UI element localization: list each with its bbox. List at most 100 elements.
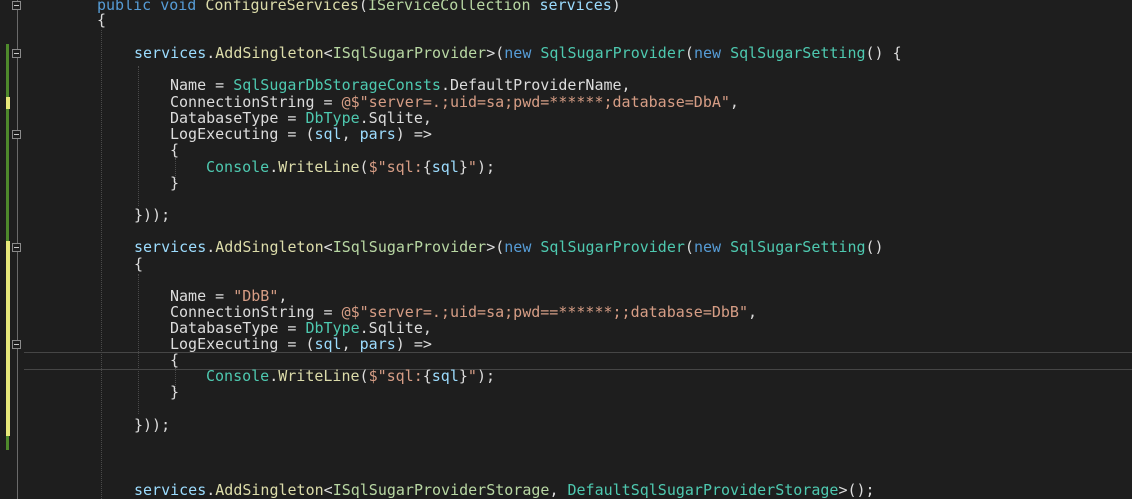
code-line[interactable]: {	[134, 256, 143, 272]
code-line[interactable]: public void ConfigureServices(IServiceCo…	[97, 0, 621, 13]
code-token: ConfigureServices	[205, 0, 359, 14]
code-token: sql	[431, 158, 459, 176]
code-token: pars	[359, 125, 396, 143]
code-token: pars	[359, 335, 396, 353]
code-token: {	[422, 367, 432, 385]
code-line[interactable]: }));	[134, 417, 170, 433]
editor-margin	[0, 0, 28, 499]
code-token: .	[206, 44, 216, 62]
code-token: .	[269, 367, 279, 385]
code-token: ISqlSugarProviderStorage	[332, 481, 550, 499]
code-token: }	[458, 158, 468, 176]
code-token: >(	[486, 238, 505, 256]
code-token: SqlSugarProvider	[540, 44, 685, 62]
code-token: sql	[431, 367, 459, 385]
code-token: }));	[134, 416, 171, 434]
code-token: services	[539, 0, 612, 14]
code-token: .	[269, 158, 279, 176]
code-line[interactable]: {	[97, 12, 106, 28]
code-token: AddSingleton	[215, 44, 324, 62]
collapse-icon[interactable]	[12, 49, 21, 58]
code-line[interactable]: {	[170, 142, 179, 158]
code-token: }));	[134, 206, 171, 224]
code-token: AddSingleton	[215, 481, 324, 499]
code-line[interactable]: }	[170, 384, 179, 400]
code-line[interactable]: }	[170, 175, 179, 191]
current-line-highlight	[24, 352, 1132, 370]
code-token: "	[467, 367, 477, 385]
collapse-icon[interactable]	[12, 340, 21, 349]
code-token: >();	[838, 481, 875, 499]
collapse-icon[interactable]	[12, 243, 21, 252]
code-token: services	[134, 481, 207, 499]
code-token: ,	[341, 125, 360, 143]
code-token: SqlSugarSetting	[730, 44, 866, 62]
code-token: WriteLine	[278, 367, 360, 385]
code-token: >(	[486, 44, 505, 62]
code-token: (	[358, 0, 368, 14]
code-token: <	[323, 481, 333, 499]
indent-guide	[101, 30, 102, 499]
code-token: );	[476, 367, 495, 385]
code-token: new	[693, 44, 722, 62]
code-token: () {	[865, 44, 902, 62]
code-line[interactable]: DatabaseType = DbType.Sqlite,	[170, 110, 432, 126]
code-token: services	[134, 44, 207, 62]
code-token: LogExecuting = (	[170, 335, 315, 353]
code-line[interactable]: LogExecuting = (sql, pars) =>	[170, 336, 432, 352]
code-line[interactable]: ConnectionString = @$"server=.;uid=sa;pw…	[170, 304, 757, 320]
code-line[interactable]: services.AddSingleton<ISqlSugarProvider>…	[134, 239, 884, 255]
code-token: SqlSugarSetting	[730, 238, 866, 256]
code-token: new	[693, 238, 722, 256]
code-token: {	[170, 141, 180, 159]
code-token: <	[323, 44, 333, 62]
collapse-icon[interactable]	[12, 130, 21, 139]
change-marker-unsaved	[6, 97, 10, 109]
code-token: {	[170, 351, 180, 369]
code-token: WriteLine	[278, 158, 360, 176]
code-token: void	[160, 0, 197, 14]
code-line[interactable]: Name = "DbB",	[170, 288, 287, 304]
code-token: }	[458, 367, 468, 385]
indent-guide	[138, 274, 139, 414]
code-line[interactable]: services.AddSingleton<ISqlSugarProviderS…	[134, 482, 875, 498]
code-token: new	[504, 44, 532, 62]
collapse-icon[interactable]	[12, 1, 21, 10]
code-token: }	[170, 174, 180, 192]
code-line[interactable]: {	[170, 352, 179, 368]
code-token: "	[467, 158, 477, 176]
code-line[interactable]: }));	[134, 207, 170, 223]
code-token: IServiceCollection	[367, 0, 531, 14]
code-token: DefaultSqlSugarProviderStorage	[567, 481, 839, 499]
code-line[interactable]: Name = SqlSugarDbStorageConsts.DefaultPr…	[170, 77, 631, 93]
code-line[interactable]: LogExecuting = (sql, pars) =>	[170, 126, 432, 142]
code-token: {	[422, 158, 432, 176]
code-token: .	[206, 481, 216, 499]
code-token: (	[684, 44, 694, 62]
code-token: LogExecuting = (	[170, 125, 315, 143]
code-line[interactable]: ConnectionString = @$"server=.;uid=sa;pw…	[170, 94, 739, 110]
code-token: new	[504, 238, 532, 256]
code-token: SqlSugarDbStorageConsts	[233, 76, 441, 94]
code-line[interactable]: Console.WriteLine($"sql:{sql}");	[206, 159, 495, 175]
code-token: ) =>	[395, 125, 432, 143]
code-token: Name =	[170, 76, 234, 94]
code-token: (	[359, 158, 369, 176]
code-line[interactable]: services.AddSingleton<ISqlSugarProvider>…	[134, 45, 902, 61]
code-editor[interactable]: public void ConfigureServices(IServiceCo…	[0, 0, 1132, 499]
code-line[interactable]: DatabaseType = DbType.Sqlite,	[170, 320, 432, 336]
code-token: ()	[865, 238, 884, 256]
code-token: ,	[549, 481, 568, 499]
code-token: (	[684, 238, 694, 256]
code-line[interactable]: Console.WriteLine($"sql:{sql}");	[206, 368, 495, 384]
indent-guide	[138, 66, 139, 206]
code-token: .	[206, 238, 216, 256]
code-token: ISqlSugarProvider	[332, 44, 487, 62]
code-token: sql	[314, 335, 342, 353]
code-token: $"sql:	[368, 158, 423, 176]
code-token: ISqlSugarProvider	[332, 238, 487, 256]
